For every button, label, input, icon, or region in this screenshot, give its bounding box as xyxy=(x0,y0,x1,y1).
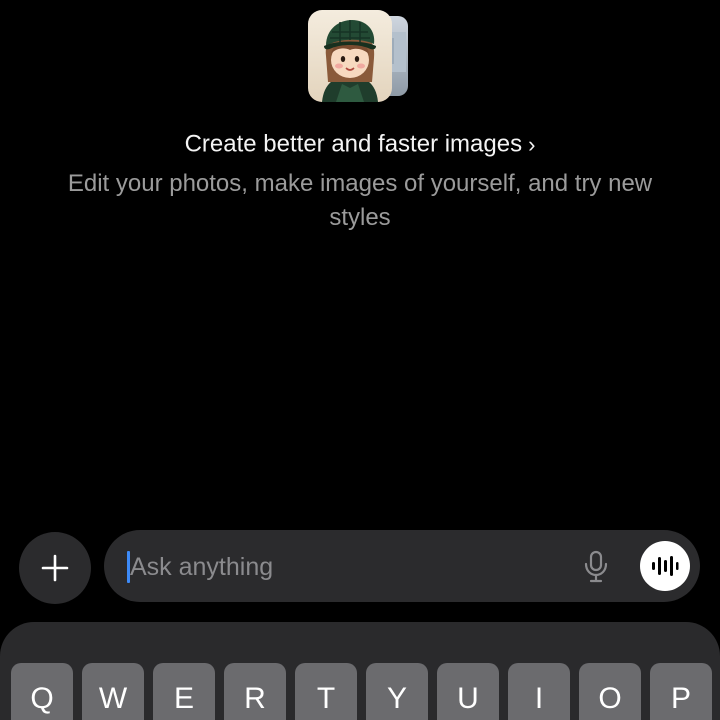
ask-input[interactable] xyxy=(130,548,550,586)
dictation-button[interactable] xyxy=(578,548,614,586)
key-y[interactable]: Y xyxy=(366,663,428,720)
key-o[interactable]: O xyxy=(579,663,641,720)
key-i[interactable]: I xyxy=(508,663,570,720)
key-t[interactable]: T xyxy=(295,663,357,720)
microphone-icon xyxy=(584,550,608,583)
key-w[interactable]: W xyxy=(82,663,144,720)
key-p[interactable]: P xyxy=(650,663,712,720)
promo-subtitle: Edit your photos, make images of yoursel… xyxy=(67,170,653,231)
promo-title-link[interactable]: Create better and faster images › xyxy=(0,127,720,162)
chevron-right-icon: › xyxy=(528,131,536,157)
key-q[interactable]: Q xyxy=(11,663,73,720)
plus-icon xyxy=(41,554,69,582)
key-u[interactable]: U xyxy=(437,663,499,720)
voice-mode-button[interactable] xyxy=(640,541,690,591)
key-e[interactable]: E xyxy=(153,663,215,720)
add-attachment-button[interactable] xyxy=(19,532,91,604)
cartoon-girl-avatar-icon xyxy=(308,10,408,102)
voice-waveform-icon xyxy=(652,556,679,576)
key-r[interactable]: R xyxy=(224,663,286,720)
promo-thumbnail[interactable] xyxy=(306,8,410,104)
promo-title: Create better and faster images xyxy=(184,130,523,158)
chat-screen: Create better and faster images › Edit yo… xyxy=(0,0,720,720)
